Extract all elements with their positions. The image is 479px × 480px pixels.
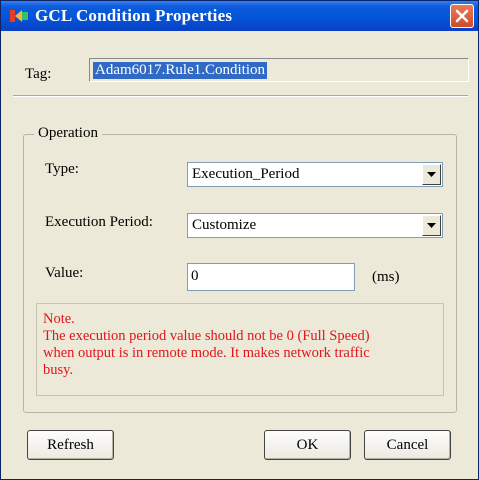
type-select[interactable]: Execution_Period bbox=[187, 162, 443, 187]
tag-label: Tag: bbox=[25, 66, 52, 82]
type-label: Type: bbox=[45, 161, 79, 177]
type-dropdown-button[interactable] bbox=[422, 164, 441, 185]
gcl-app-icon bbox=[9, 8, 29, 24]
execution-period-value: Customize bbox=[192, 217, 257, 233]
note-box: Note. The execution period value should … bbox=[36, 303, 444, 396]
separator bbox=[13, 95, 468, 97]
chevron-down-icon bbox=[427, 172, 436, 177]
value-input[interactable]: 0 bbox=[187, 263, 355, 291]
type-value: Execution_Period bbox=[192, 166, 300, 182]
note-line: The execution period value should not be… bbox=[43, 328, 370, 344]
chevron-down-icon bbox=[427, 223, 436, 228]
execution-period-dropdown-button[interactable] bbox=[422, 215, 441, 236]
title-bar[interactable]: GCL Condition Properties bbox=[1, 1, 478, 31]
value-label: Value: bbox=[45, 265, 84, 281]
unit-label: (ms) bbox=[372, 269, 400, 285]
cancel-button[interactable]: Cancel bbox=[364, 430, 451, 460]
note-line: when output is in remote mode. It makes … bbox=[43, 345, 370, 361]
execution-period-select[interactable]: Customize bbox=[187, 213, 443, 238]
value-input-text: 0 bbox=[191, 268, 199, 284]
note-line: Note. bbox=[43, 311, 75, 327]
ok-button[interactable]: OK bbox=[264, 430, 351, 460]
close-icon bbox=[455, 9, 469, 23]
tag-value: Adam6017.Rule1.Condition bbox=[93, 62, 267, 79]
dialog-window: GCL Condition Properties Tag: Adam6017.R… bbox=[0, 0, 479, 480]
window-title: GCL Condition Properties bbox=[35, 6, 233, 25]
operation-group-title: Operation bbox=[34, 125, 102, 142]
refresh-button[interactable]: Refresh bbox=[27, 430, 114, 460]
close-button[interactable] bbox=[450, 4, 474, 28]
tag-field[interactable]: Adam6017.Rule1.Condition bbox=[89, 58, 469, 82]
note-line: busy. bbox=[43, 362, 74, 378]
execution-period-label: Execution Period: bbox=[45, 214, 153, 230]
